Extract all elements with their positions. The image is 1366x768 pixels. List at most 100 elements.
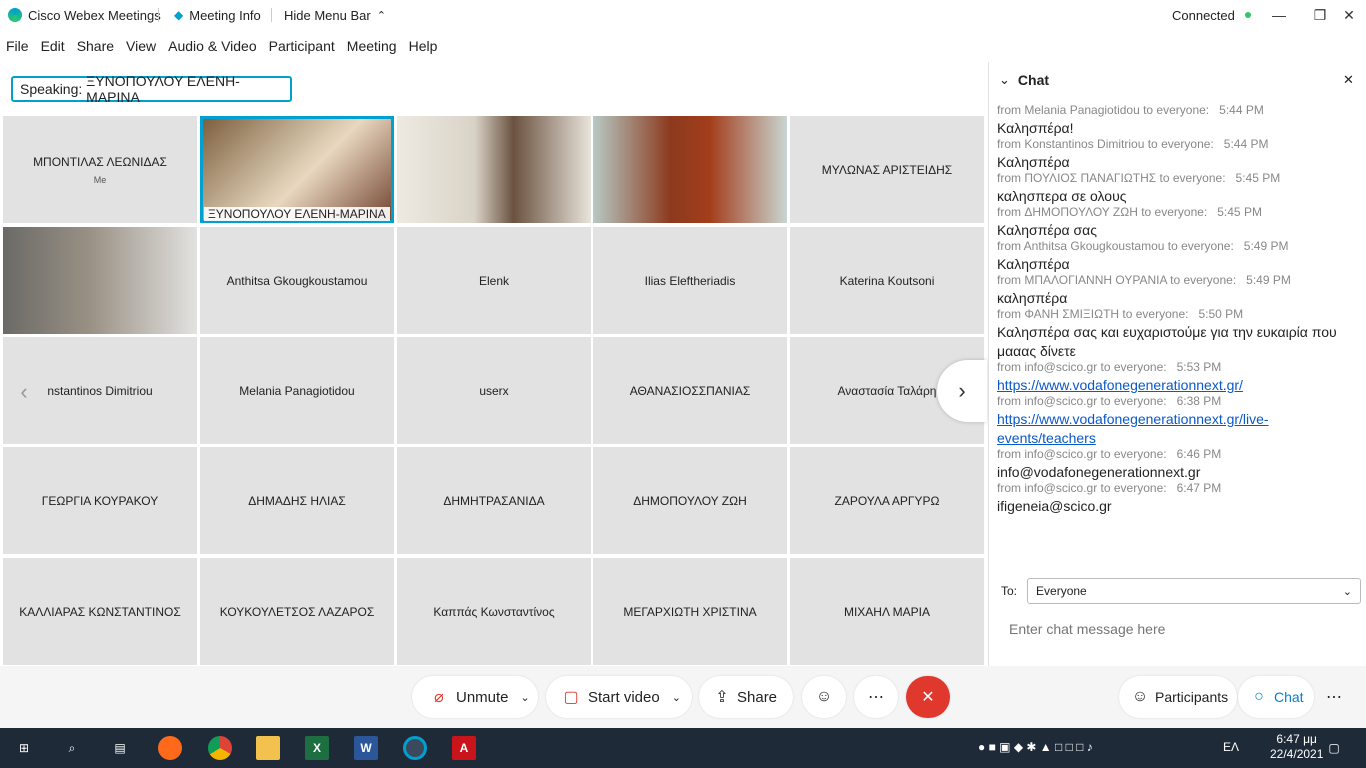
chat-link[interactable]: https://www.vodafonegenerationnext.gr/li… — [997, 411, 1269, 446]
participant-tile[interactable]: ΜΥΛΩΝΑΣ ΑΡΙΣΤΕΙΔΗΣ — [790, 116, 984, 223]
windows-taskbar: ⊞ ⌕ ▤ X W A ● ■ ▣ ◆ ✱ ▲ □ □ □ ♪ ΕΛ 6:47 … — [0, 728, 1366, 768]
participant-tile[interactable]: userx — [397, 337, 591, 444]
webex-taskbar-icon[interactable] — [403, 736, 427, 760]
participant-tile[interactable]: Anthitsa Gkougkoustamou — [200, 227, 394, 334]
clock-time: 6:47 μμ — [1276, 732, 1317, 746]
participant-name: ΔΗΜΑΔΗΣ ΗΛΙΑΣ — [248, 493, 346, 508]
chevron-down-icon[interactable]: ⌄ — [672, 691, 681, 704]
chat-message-meta: from info@scico.gr to everyone: 6:46 PM — [997, 446, 1337, 463]
chat-timestamp: 5:50 PM — [1198, 307, 1244, 321]
clock[interactable]: 6:47 μμ 22/4/2021 — [1270, 732, 1323, 762]
participant-name: ΞΥΝΟΠΟΥΛΟΥ ΕΛΕΝΗ-ΜΑΡΙΝΑ — [204, 207, 390, 221]
windows-start-icon[interactable]: ⊞ — [12, 736, 36, 760]
app-title: Cisco Webex Meetings — [8, 0, 161, 30]
participant-tile[interactable]: ΖΑΡΟΥΛΑ ΑΡΓΥΡΩ — [790, 447, 984, 554]
excel-icon[interactable]: X — [305, 736, 329, 760]
participant-tile[interactable]: ΓΕΩΡΓΙΑ ΚΟΥΡΑΚΟΥ — [3, 447, 197, 554]
chat-sender: from ΠΟΥΛΙΟΣ ΠΑΝΑΓΙΩΤΗΣ to everyone: — [997, 171, 1226, 185]
leave-meeting-button[interactable]: ✕ — [906, 676, 950, 718]
participant-tile[interactable]: ΞΥΝΟΠΟΥΛΟΥ ΕΛΕΝΗ-ΜΑΡΙΝΑ — [200, 116, 394, 223]
participant-tile[interactable]: Katerina Koutsoni — [790, 227, 984, 334]
connection-status: Connected — [1172, 0, 1251, 30]
participant-tile[interactable]: ΔΗΜΗΤΡΑΣΑΝΙΔΑ — [397, 447, 591, 554]
menu-view[interactable]: View — [120, 38, 162, 54]
chat-message-text: Καλησπέρα σας και ευχαριστούμε για την ε… — [997, 324, 1337, 359]
chrome-icon[interactable] — [208, 736, 232, 760]
participant-tile[interactable]: ΜΙΧΑΗΛ ΜΑΡΙΑ — [790, 558, 984, 665]
chat-sender: from Melania Panagiotidou to everyone: — [997, 103, 1210, 117]
participant-name: ΜΥΛΩΝΑΣ ΑΡΙΣΤΕΙΔΗΣ — [821, 162, 953, 177]
share-icon: ⇪ — [715, 689, 729, 706]
reactions-button[interactable]: ☺ — [802, 676, 846, 718]
chat-timestamp: 5:44 PM — [1223, 137, 1269, 151]
participant-tile[interactable]: Elenk — [397, 227, 591, 334]
more-options-button[interactable]: ⋯ — [854, 676, 898, 718]
menu-file[interactable]: File — [0, 38, 35, 54]
participant-tile[interactable]: ΔΗΜΑΔΗΣ ΗΛΙΑΣ — [200, 447, 394, 554]
collapse-chevron-icon[interactable]: ⌄ — [999, 72, 1010, 88]
close-window-icon[interactable]: ✕ — [1326, 0, 1366, 30]
participant-tile[interactable]: ΜΠΟΝΤΙΛΑΣ ΛΕΩΝΙΔΑΣ Me — [3, 116, 197, 223]
acrobat-icon[interactable]: A — [452, 736, 476, 760]
chat-message-meta: from ΠΟΥΛΙΟΣ ΠΑΝΑΓΙΩΤΗΣ to everyone: 5:45… — [997, 170, 1337, 187]
chat-message-meta: from ΦΑΝΗ ΣΜΙΞΙΩΤΗ to everyone: 5:50 PM — [997, 306, 1337, 323]
start-video-button[interactable]: ▢ Start video ⌄ — [546, 676, 692, 718]
meeting-info-button[interactable]: ◆ Meeting Info — [174, 0, 261, 30]
chevron-down-icon[interactable]: ⌄ — [521, 691, 530, 704]
panel-more-button[interactable]: ⋯ — [1316, 676, 1352, 718]
menu-help[interactable]: Help — [403, 38, 444, 54]
speaking-label: Speaking: — [20, 81, 83, 97]
more-icon: ⋯ — [1326, 689, 1342, 706]
participant-tile[interactable]: ΔΗΜΟΠΟΥΛΟΥ ΖΩΗ — [593, 447, 787, 554]
participant-name: ΚΑΛΛΙΑΡΑΣ ΚΩΝΣΤΑΝΤΙΝΟΣ — [19, 604, 181, 619]
participant-tile[interactable] — [397, 116, 591, 223]
file-explorer-icon[interactable] — [256, 736, 280, 760]
video-grid: ΜΠΟΝΤΙΛΑΣ ΛΕΩΝΙΔΑΣ Me ΞΥΝΟΠΟΥΛΟΥ ΕΛΕΝΗ-ΜΑΡ… — [3, 116, 985, 666]
chat-link[interactable]: https://www.vodafonegenerationnext.gr/ — [997, 377, 1243, 393]
chat-timestamp: 5:53 PM — [1176, 360, 1222, 374]
word-icon[interactable]: W — [354, 736, 378, 760]
participant-tile[interactable]: ΜΕΓΑΡΧΙΩΤΗ ΧΡΙΣΤΙΝΑ — [593, 558, 787, 665]
participant-name: Αναστασία Ταλάρη — [837, 383, 937, 398]
participants-button[interactable]: ☺ Participants — [1119, 676, 1237, 718]
participant-tile[interactable]: Ilias Eleftheriadis — [593, 227, 787, 334]
share-button[interactable]: ⇪ Share — [699, 676, 793, 718]
participant-name: Elenk — [478, 273, 510, 288]
chat-toggle-button[interactable]: ○ Chat — [1238, 676, 1314, 718]
close-chat-icon[interactable]: ✕ — [1343, 72, 1354, 88]
participant-tile[interactable]: Καππάς Κωνσταντίνος — [397, 558, 591, 665]
menu-audio-video[interactable]: Audio & Video — [162, 38, 262, 54]
chat-timestamp: 5:45 PM — [1217, 205, 1262, 219]
app-name: Cisco Webex Meetings — [28, 7, 161, 23]
chat-message-meta: from Konstantinos Dimitriou to everyone:… — [997, 136, 1337, 153]
chat-sender: from info@scico.gr to everyone: — [997, 481, 1167, 495]
minimize-icon[interactable]: — — [1256, 0, 1302, 30]
participant-tile[interactable]: ΚΑΛΛΙΑΡΑΣ ΚΩΝΣΤΑΝΤΙΝΟΣ — [3, 558, 197, 665]
menu-edit[interactable]: Edit — [35, 38, 71, 54]
unmute-button[interactable]: ⌀ Unmute ⌄ — [412, 676, 538, 718]
menu-meeting[interactable]: Meeting — [341, 38, 403, 54]
participant-tile[interactable]: ΚΟΥΚΟΥΛΕΤΣΟΣ ΛΑΖΑΡΟΣ — [200, 558, 394, 665]
chat-panel: ⌄ Chat ✕ from Melania Panagiotidou to ev… — [988, 62, 1366, 666]
chat-timestamp: 5:49 PM — [1243, 239, 1289, 253]
chevron-right-icon: › — [958, 378, 966, 403]
recipient-select[interactable]: Everyone ⌄ — [1027, 578, 1362, 604]
chat-message-input[interactable] — [999, 614, 1359, 644]
firefox-icon[interactable] — [158, 736, 182, 760]
participant-tile[interactable]: ΑΘΑΝΑΣΙΟΣΣΠΑΝΙΑΣ — [593, 337, 787, 444]
participant-tile[interactable]: Melania Panagiotidou — [200, 337, 394, 444]
menu-participant[interactable]: Participant — [263, 38, 341, 54]
hide-menu-bar-button[interactable]: Hide Menu Bar ⌃ — [284, 0, 386, 30]
language-indicator[interactable]: ΕΛ — [1223, 740, 1239, 754]
search-icon[interactable]: ⌕ — [60, 736, 84, 760]
participant-tile[interactable] — [3, 227, 197, 334]
task-view-icon[interactable]: ▤ — [108, 736, 132, 760]
participant-tile[interactable] — [593, 116, 787, 223]
chat-title: Chat — [1017, 72, 1050, 88]
menu-share[interactable]: Share — [71, 38, 120, 54]
grid-prev-page-icon[interactable]: ‹ — [14, 377, 34, 407]
notifications-icon[interactable]: ▢ — [1322, 736, 1346, 760]
meeting-info-label: Meeting Info — [189, 7, 261, 23]
divider — [158, 8, 159, 22]
chat-message-text[interactable]: https://www.vodafonegenerationnext.gr/li… — [997, 410, 1337, 448]
